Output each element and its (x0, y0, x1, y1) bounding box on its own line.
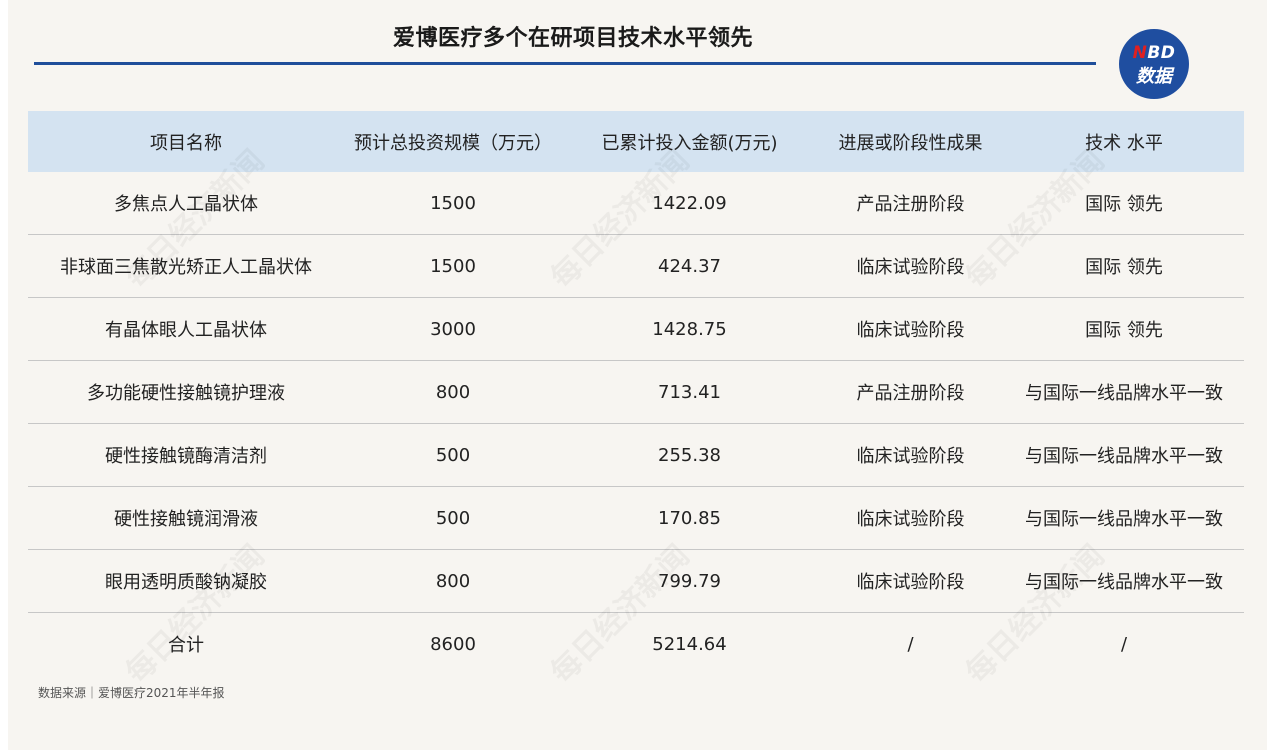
table-row: 有晶体眼人工晶状体 3000 1428.75 临床试验阶段 国际 领先 (28, 297, 1244, 361)
cell-invested-amount: 799.79 (562, 549, 817, 613)
page-title: 爱博医疗多个在研项目技术水平领先 (392, 26, 753, 51)
cell-tech-level: / (1120, 633, 1128, 655)
table-row: 多焦点人工晶状体 1500 1422.09 产品注册阶段 国际 领先 (28, 172, 1244, 235)
cell-planned-investment: 500 (344, 423, 562, 487)
cell-tech-level: 与国际一线品牌水平一致 (1004, 549, 1244, 613)
cell-planned-investment: 500 (344, 486, 562, 550)
data-source-note: 数据来源｜爱博医疗2021年半年报 (38, 686, 225, 700)
cell-project-name: 合计 (168, 635, 204, 656)
column-header-progress: 进展或阶段性成果 (817, 111, 1004, 172)
column-header-invested-amount: 已累计投入金额(万元) (562, 111, 817, 172)
cell-planned-investment: 800 (344, 549, 562, 613)
cell-invested-amount: 713.41 (562, 360, 817, 424)
cell-invested-amount: 255.38 (562, 423, 817, 487)
cell-tech-level: 国际 领先 (1004, 172, 1244, 235)
cell-planned-investment: 1500 (344, 234, 562, 298)
cell-tech-level: 与国际一线品牌水平一致 (1004, 360, 1244, 424)
column-header-tech-level: 技术 水平 (1004, 111, 1244, 172)
cell-tech-level: 国际 领先 (1004, 234, 1244, 298)
cell-progress: 产品注册阶段 (817, 360, 1004, 424)
cell-project-name: 硬性接触镜润滑液 (28, 486, 344, 550)
cell-project-name: 硬性接触镜酶清洁剂 (28, 423, 344, 487)
column-header-planned-investment: 预计总投资规模（万元） (344, 111, 562, 172)
cell-tech-level: 与国际一线品牌水平一致 (1004, 486, 1244, 550)
table-row: 硬性接触镜润滑液 500 170.85 临床试验阶段 与国际一线品牌水平一致 (28, 486, 1244, 550)
cell-invested-amount: 5214.64 (652, 633, 727, 655)
cell-tech-level: 国际 领先 (1004, 297, 1244, 361)
cell-planned-investment: 8600 (430, 633, 476, 655)
cell-project-name: 多焦点人工晶状体 (28, 172, 344, 235)
cell-progress: 临床试验阶段 (817, 423, 1004, 487)
cell-progress: 临床试验阶段 (817, 234, 1004, 298)
cell-tech-level: 与国际一线品牌水平一致 (1004, 423, 1244, 487)
logo-text-nbd: NBD (1132, 43, 1176, 63)
cell-planned-investment: 800 (344, 360, 562, 424)
column-header-project-name: 项目名称 (28, 111, 344, 172)
cell-invested-amount: 424.37 (562, 234, 817, 298)
table-row: 硬性接触镜酶清洁剂 500 255.38 临床试验阶段 与国际一线品牌水平一致 (28, 423, 1244, 487)
table-row: 眼用透明质酸钠凝胶 800 799.79 临床试验阶段 与国际一线品牌水平一致 (28, 549, 1244, 613)
cell-invested-amount: 1428.75 (562, 297, 817, 361)
cell-progress: / (907, 633, 914, 655)
cell-project-name: 眼用透明质酸钠凝胶 (28, 549, 344, 613)
infographic-card: 爱博医疗多个在研项目技术水平领先 NBD 数据 项目名称 预计总投资规模（万元）… (8, 0, 1267, 750)
nbd-data-logo: NBD 数据 (1119, 29, 1189, 99)
cell-project-name: 多功能硬性接触镜护理液 (28, 360, 344, 424)
table-row: 非球面三焦散光矫正人工晶状体 1500 424.37 临床试验阶段 国际 领先 (28, 234, 1244, 298)
table-row: 多功能硬性接触镜护理液 800 713.41 产品注册阶段 与国际一线品牌水平一致 (28, 360, 1244, 424)
cell-progress: 临床试验阶段 (817, 297, 1004, 361)
cell-project-name: 非球面三焦散光矫正人工晶状体 (28, 234, 344, 298)
cell-project-name: 有晶体眼人工晶状体 (28, 297, 344, 361)
logo-text-data: 数据 (1136, 66, 1172, 87)
cell-planned-investment: 1500 (344, 172, 562, 235)
cell-progress: 临床试验阶段 (817, 549, 1004, 613)
cell-invested-amount: 170.85 (562, 486, 817, 550)
table-total-row: 合计 8600 5214.64 / / (28, 613, 1244, 676)
projects-table: 项目名称 预计总投资规模（万元） 已累计投入金额(万元) 进展或阶段性成果 技术… (28, 111, 1244, 675)
cell-invested-amount: 1422.09 (562, 172, 817, 235)
title-underline (34, 62, 1096, 65)
cell-progress: 临床试验阶段 (817, 486, 1004, 550)
cell-progress: 产品注册阶段 (817, 172, 1004, 235)
cell-planned-investment: 3000 (344, 297, 562, 361)
table-header-row: 项目名称 预计总投资规模（万元） 已累计投入金额(万元) 进展或阶段性成果 技术… (28, 111, 1244, 172)
